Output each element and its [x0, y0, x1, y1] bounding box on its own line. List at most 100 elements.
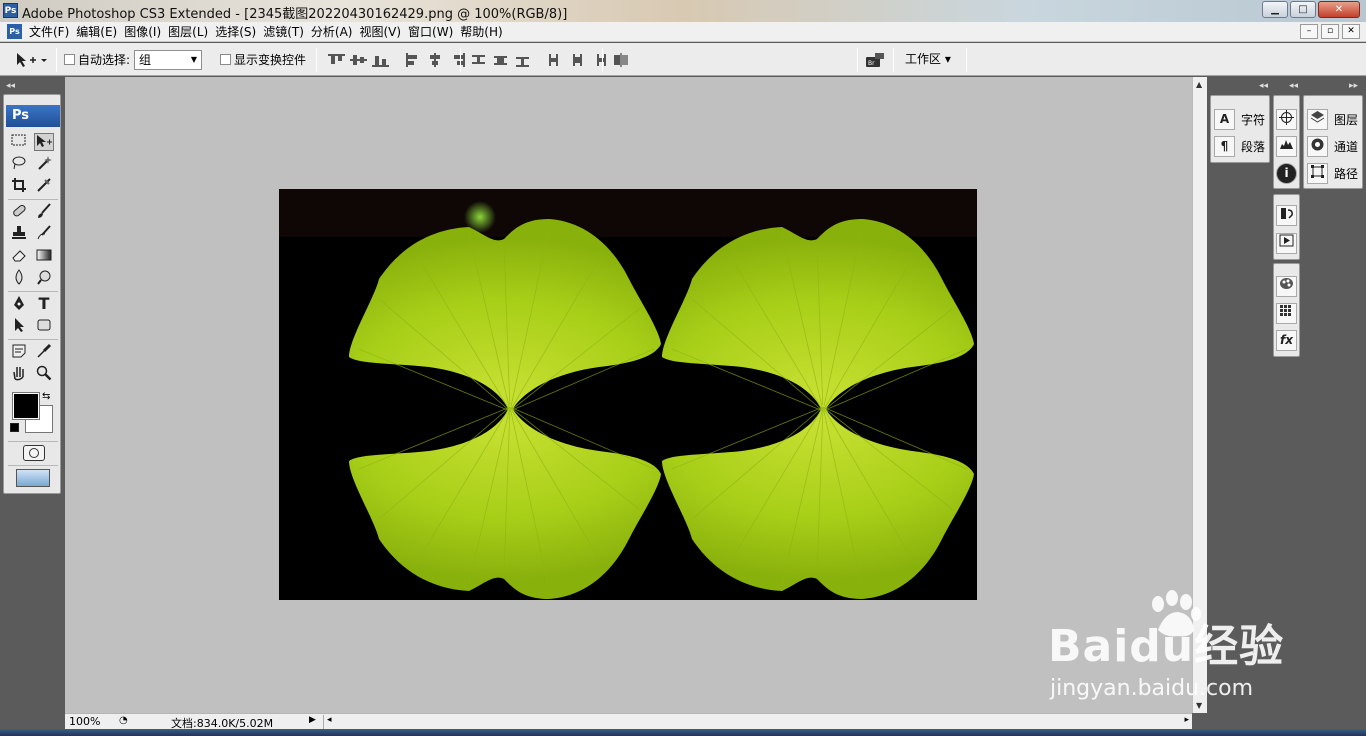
blur-icon[interactable]: [9, 269, 29, 287]
crop-icon[interactable]: [9, 177, 29, 195]
screen-mode-icon[interactable]: [16, 469, 50, 487]
navigator-panel-icon[interactable]: [1276, 109, 1297, 130]
foreground-color-swatch[interactable]: [12, 392, 40, 420]
menu-image[interactable]: 图像(I): [124, 24, 168, 40]
healing-icon[interactable]: [9, 203, 29, 221]
align-right-icon[interactable]: [449, 52, 466, 67]
eyedropper-icon[interactable]: [34, 343, 54, 361]
horizontal-scrollbar[interactable]: ◂ ▸: [323, 715, 1192, 729]
distribute-bottom-icon[interactable]: [514, 53, 531, 67]
info-panel-icon[interactable]: i: [1276, 163, 1297, 184]
doc-close-button[interactable]: ✕: [1342, 24, 1360, 39]
layers-panel-icon: [1307, 109, 1328, 130]
ginkgo-leaves-image: [279, 189, 977, 600]
maximize-button[interactable]: □: [1290, 1, 1316, 18]
menu-window[interactable]: 窗口(W): [408, 24, 460, 40]
quick-mask-icon[interactable]: [23, 445, 45, 461]
color-panel-icon[interactable]: [1276, 276, 1297, 297]
lasso-icon[interactable]: [9, 155, 29, 173]
auto-align-layers-icon[interactable]: [612, 52, 630, 68]
history-panel-icon[interactable]: [1276, 205, 1297, 226]
marquee-icon[interactable]: [9, 133, 29, 151]
distribute-left-icon[interactable]: [547, 53, 564, 67]
status-preview-icon[interactable]: ◔: [119, 715, 128, 726]
scroll-down-icon[interactable]: ▼: [1196, 701, 1202, 710]
path-select-icon[interactable]: [9, 317, 29, 335]
paths-panel-icon: [1307, 163, 1328, 184]
auto-select-checkbox[interactable]: [64, 54, 75, 65]
magic-wand-icon[interactable]: [34, 155, 54, 173]
menu-layer[interactable]: 图层(L): [168, 24, 215, 40]
dodge-icon[interactable]: [34, 269, 54, 287]
panel-character[interactable]: A 字符: [1214, 109, 1265, 130]
distribute-vcenter-icon[interactable]: [492, 53, 509, 67]
menu-help[interactable]: 帮助(H): [460, 24, 509, 40]
doc-restore-button[interactable]: ▫: [1321, 24, 1339, 39]
swap-colors-icon[interactable]: ⇆: [42, 391, 50, 402]
windows-taskbar: [0, 729, 1366, 736]
align-hcenter-icon[interactable]: [427, 52, 444, 67]
tool-preset-picker[interactable]: [14, 43, 48, 76]
actions-panel-icon[interactable]: [1276, 233, 1297, 254]
default-colors-icon[interactable]: [10, 423, 19, 432]
doc-minimize-button[interactable]: –: [1300, 24, 1318, 39]
history-brush-icon[interactable]: [34, 225, 54, 243]
collapse-dock-icon-2[interactable]: ◂◂: [1289, 81, 1298, 91]
gradient-icon[interactable]: [34, 247, 54, 265]
eraser-icon[interactable]: [9, 247, 29, 265]
distribute-hcenter-icon[interactable]: [569, 53, 586, 67]
menu-select[interactable]: 选择(S): [215, 24, 263, 40]
panel-paths[interactable]: 路径: [1307, 163, 1358, 184]
close-button[interactable]: ✕: [1318, 1, 1360, 18]
channels-panel-label: 通道: [1334, 140, 1359, 154]
scroll-right-icon[interactable]: ▸: [1184, 715, 1189, 725]
swatches-panel-icon[interactable]: [1276, 303, 1297, 324]
shape-icon[interactable]: [34, 317, 54, 335]
menu-edit[interactable]: 编辑(E): [76, 24, 124, 40]
align-bottom-icon[interactable]: [372, 53, 389, 67]
vertical-scrollbar[interactable]: ▲ ▼: [1192, 77, 1207, 713]
stamp-icon[interactable]: [9, 225, 29, 243]
panel-paragraph[interactable]: ¶ 段落: [1214, 136, 1265, 157]
move-icon[interactable]: [34, 133, 54, 151]
menu-view[interactable]: 视图(V): [359, 24, 408, 40]
slice-icon[interactable]: [34, 177, 54, 195]
workspace-menu-button[interactable]: 工作区 ▾: [895, 49, 961, 71]
auto-select-dropdown[interactable]: 组 ▼: [134, 49, 203, 70]
panel-group-type: A 字符 ¶ 段落: [1210, 95, 1270, 163]
panel-group-layers: 图层 通道 路径: [1303, 95, 1363, 189]
align-vcenter-icon[interactable]: [350, 53, 367, 67]
channels-panel-icon: [1307, 136, 1328, 157]
zoom-level[interactable]: 100%: [69, 715, 100, 728]
histogram-panel-icon[interactable]: [1276, 136, 1297, 157]
panel-channels[interactable]: 通道: [1307, 136, 1358, 157]
align-left-icon[interactable]: [405, 52, 422, 67]
menu-bar: Ps 文件(F) 编辑(E) 图像(I) 图层(L) 选择(S) 滤镜(T) 分…: [0, 22, 1366, 42]
zoom-icon[interactable]: [34, 365, 54, 383]
scroll-left-icon[interactable]: ◂: [327, 715, 332, 725]
menu-filter[interactable]: 滤镜(T): [263, 24, 311, 40]
status-menu-arrow-icon[interactable]: ▶: [309, 715, 316, 725]
document-icon[interactable]: Ps: [7, 24, 22, 39]
collapse-toolbox-icon[interactable]: ◂◂: [6, 81, 15, 91]
show-transform-checkbox[interactable]: [220, 54, 231, 65]
align-top-icon[interactable]: [328, 53, 345, 67]
menu-file[interactable]: 文件(F): [29, 24, 76, 40]
panel-group-history: [1273, 194, 1300, 260]
distribute-top-icon[interactable]: [470, 53, 487, 67]
notes-icon[interactable]: [9, 343, 29, 361]
minimize-button[interactable]: ▁: [1262, 1, 1288, 18]
menu-analysis[interactable]: 分析(A): [311, 24, 360, 40]
character-panel-icon: A: [1214, 109, 1235, 130]
brush-icon[interactable]: [34, 203, 54, 221]
type-icon[interactable]: T: [34, 295, 54, 313]
scroll-up-icon[interactable]: ▲: [1196, 80, 1202, 89]
bridge-icon[interactable]: Br: [864, 51, 886, 69]
pen-icon[interactable]: [9, 295, 29, 313]
hand-icon[interactable]: [9, 365, 29, 383]
expand-dock-icon[interactable]: ▸▸: [1349, 81, 1358, 91]
panel-layers[interactable]: 图层: [1307, 109, 1358, 130]
styles-panel-icon[interactable]: fx: [1276, 330, 1297, 351]
collapse-dock-icon[interactable]: ◂◂: [1259, 81, 1268, 91]
distribute-right-icon[interactable]: [591, 53, 608, 67]
